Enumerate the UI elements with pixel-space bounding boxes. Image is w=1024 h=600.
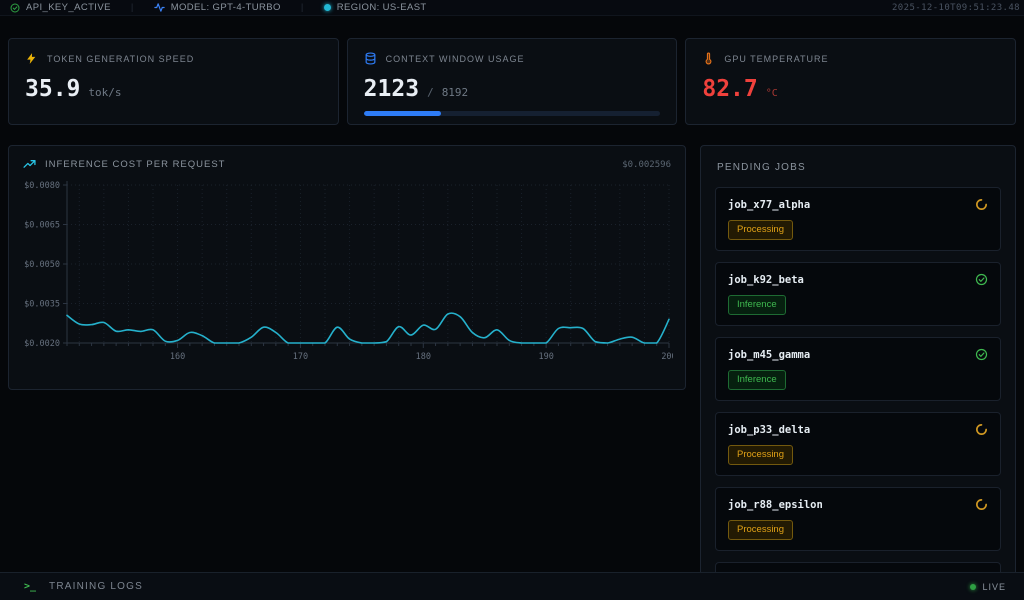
job-status-badge: Inference <box>728 370 786 390</box>
activity-icon <box>154 2 165 13</box>
inference-cost-chart: $0.0020 $0.0035 $0.0050 $0.0065 $0.0080 160 17… <box>23 177 673 377</box>
check-circle-icon <box>10 3 20 13</box>
svg-text:$0.0065: $0.0065 <box>24 221 60 231</box>
gpu-temp-unit: °C <box>766 88 778 99</box>
token-speed-label: TOKEN GENERATION SPEED <box>47 54 194 64</box>
region-label: REGION: US-EAST <box>337 2 427 13</box>
svg-text:$0.0050: $0.0050 <box>24 260 60 270</box>
timestamp: 2025-12-10T09:51:23.48 <box>892 3 1020 13</box>
context-usage-label: CONTEXT WINDOW USAGE <box>386 54 525 64</box>
job-card[interactable]: job_m45_gamma Inference <box>715 337 1001 401</box>
api-key-label: API_KEY_ACTIVE <box>26 2 111 13</box>
check-circle-icon <box>975 348 988 361</box>
lightning-icon <box>25 52 38 65</box>
job-status-badge: Inference <box>728 295 786 315</box>
region-status: REGION: US-EAST <box>324 2 427 13</box>
job-card[interactable]: job_k92_beta Inference <box>715 262 1001 326</box>
svg-text:160: 160 <box>170 352 185 362</box>
thermometer-icon <box>702 52 715 65</box>
job-name: job_p33_delta <box>728 424 810 436</box>
job-card[interactable]: job_p33_delta Processing <box>715 412 1001 476</box>
job-status-badge: Processing <box>728 520 793 540</box>
inference-cost-card: INFERENCE COST PER REQUEST $0.002596 $0.… <box>8 145 686 390</box>
svg-text:$0.0080: $0.0080 <box>24 181 60 191</box>
terminal-icon: >_ <box>24 581 36 592</box>
svg-text:200: 200 <box>661 352 673 362</box>
model-status: MODEL: GPT-4-TURBO <box>154 2 281 13</box>
job-name: job_r88_epsilon <box>728 499 823 511</box>
job-name: job_x77_alpha <box>728 199 810 211</box>
job-card[interactable]: job_x77_alpha Processing <box>715 187 1001 251</box>
spinner-icon <box>975 423 988 436</box>
pending-jobs-panel: PENDING JOBS job_x77_alphaProcessingjob_… <box>700 145 1016 600</box>
context-progress-fill <box>364 111 441 116</box>
job-status-badge: Processing <box>728 445 793 465</box>
spinner-icon <box>975 498 988 511</box>
main-row: INFERENCE COST PER REQUEST $0.002596 $0.… <box>0 145 1024 600</box>
jobs-list: job_x77_alpha Processing job_k92_beta Infer… <box>715 187 1001 600</box>
model-label: MODEL: GPT-4-TURBO <box>171 2 281 13</box>
job-status-badge: Processing <box>728 220 793 240</box>
svg-text:170: 170 <box>293 352 308 362</box>
chart-current-value: $0.002596 <box>622 160 671 170</box>
context-separator: / <box>427 86 434 99</box>
context-usage-card: CONTEXT WINDOW USAGE 2123 / 8192 <box>347 38 678 125</box>
gpu-temp-label: GPU TEMPERATURE <box>724 54 828 64</box>
job-name: job_k92_beta <box>728 274 804 286</box>
svg-text:190: 190 <box>538 352 553 362</box>
token-speed-unit: tok/s <box>88 86 121 99</box>
check-circle-icon <box>975 273 988 286</box>
topbar-separator: | <box>301 2 304 13</box>
pending-jobs-title: PENDING JOBS <box>717 162 1001 173</box>
svg-text:$0.0020: $0.0020 <box>24 339 60 349</box>
metrics-row: TOKEN GENERATION SPEED 35.9 tok/s CONTEX… <box>0 38 1024 125</box>
database-icon <box>364 52 377 65</box>
training-logs-bar[interactable]: >_ TRAINING LOGS LIVE <box>0 572 1024 600</box>
gpu-temp-value: 82.7 <box>702 76 757 102</box>
topbar-separator: | <box>131 2 134 13</box>
token-speed-value: 35.9 <box>25 76 80 102</box>
chart-title: INFERENCE COST PER REQUEST <box>45 159 226 170</box>
region-dot-icon <box>324 4 331 11</box>
job-name: job_m45_gamma <box>728 349 810 361</box>
live-label: LIVE <box>982 582 1006 592</box>
context-total-value: 8192 <box>442 86 469 99</box>
gpu-temp-card: GPU TEMPERATURE 82.7 °C <box>685 38 1016 125</box>
trending-up-icon <box>23 158 36 171</box>
live-indicator: LIVE <box>970 582 1006 592</box>
live-dot-icon <box>970 584 976 590</box>
svg-text:180: 180 <box>416 352 431 362</box>
context-used-value: 2123 <box>364 76 419 102</box>
token-speed-card: TOKEN GENERATION SPEED 35.9 tok/s <box>8 38 339 125</box>
job-card[interactable]: job_r88_epsilon Processing <box>715 487 1001 551</box>
top-status-bar: API_KEY_ACTIVE | MODEL: GPT-4-TURBO | RE… <box>0 0 1024 16</box>
svg-text:$0.0035: $0.0035 <box>24 300 60 310</box>
spinner-icon <box>975 198 988 211</box>
api-key-status: API_KEY_ACTIVE <box>10 2 111 13</box>
context-progress-bar <box>364 111 661 116</box>
training-logs-label: TRAINING LOGS <box>49 581 143 592</box>
